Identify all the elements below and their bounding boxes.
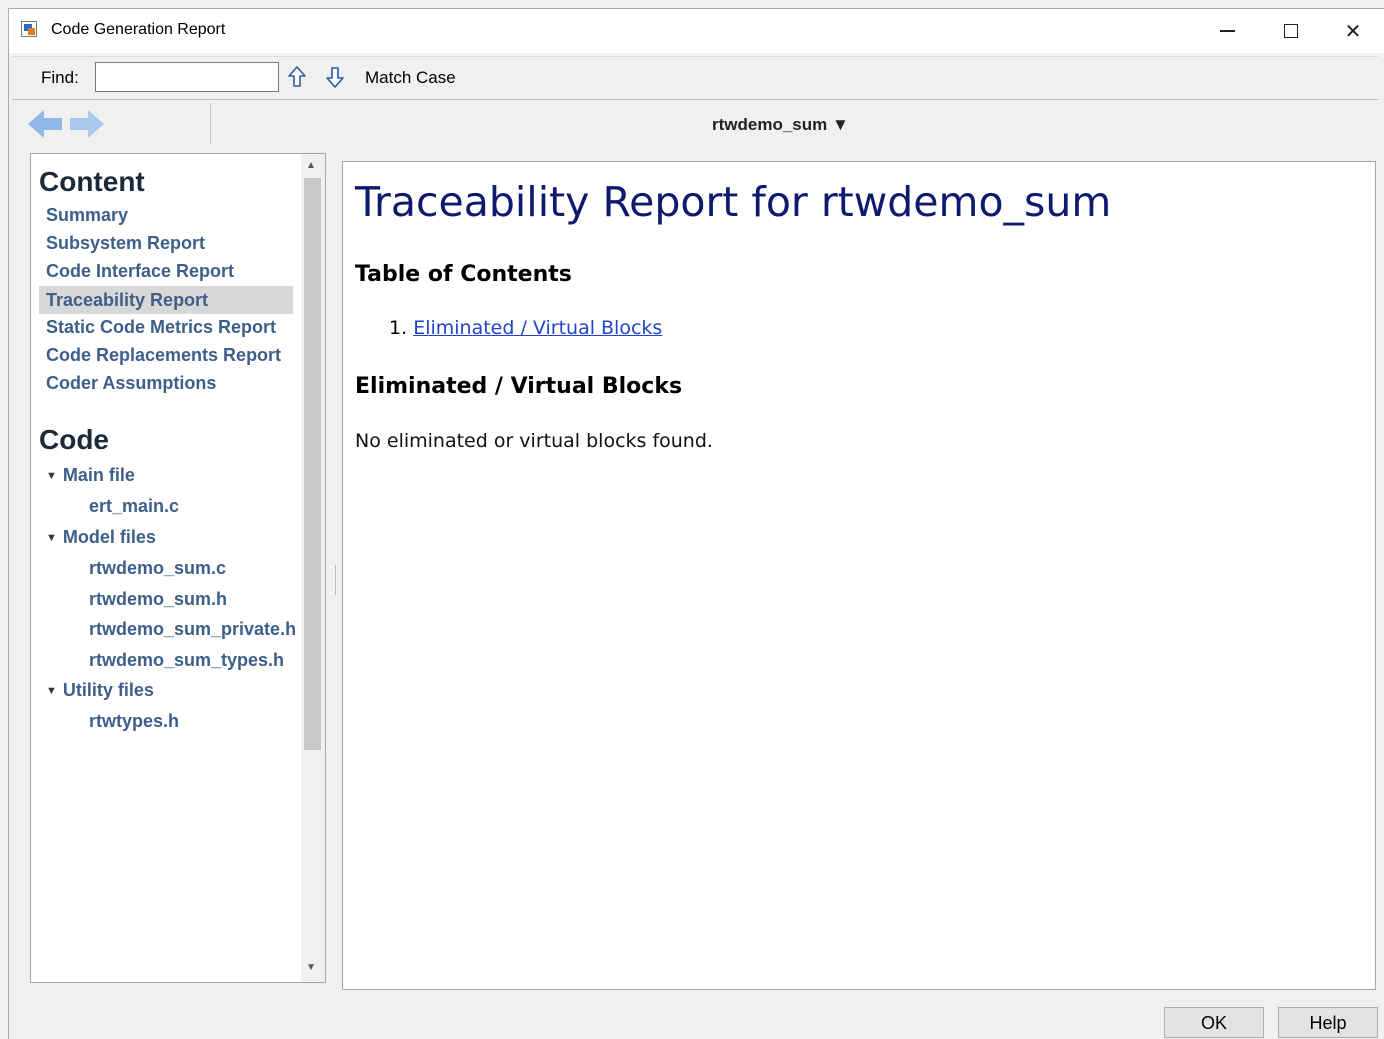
nav-arrows-icon — [28, 110, 104, 138]
sidebar-item-static-code-metrics-report[interactable]: Static Code Metrics Report — [46, 317, 276, 338]
toc-heading: Table of Contents — [355, 262, 572, 287]
sidebar-item-summary[interactable]: Summary — [46, 205, 128, 226]
scroll-down-icon[interactable]: ▼ — [306, 962, 316, 973]
file-link[interactable]: rtwdemo_sum_private.h — [89, 619, 296, 640]
find-previous-button[interactable] — [285, 64, 309, 90]
file-link[interactable]: rtwdemo_sum.c — [89, 558, 226, 579]
find-toolbar: Find: Match Case — [12, 56, 1378, 100]
tree-group-model-files[interactable]: ▼ Model files — [46, 527, 156, 548]
close-icon: ✕ — [1344, 20, 1362, 43]
close-button[interactable]: ✕ — [1321, 9, 1384, 53]
content-heading: Content — [39, 166, 145, 197]
file-link[interactable]: rtwdemo_sum_types.h — [89, 650, 284, 671]
title-bar: Code Generation Report ✕ — [9, 9, 1384, 53]
arrow-up-icon — [288, 66, 306, 87]
tree-group-main-file[interactable]: ▼ Main file — [46, 465, 135, 486]
forward-arrow-icon — [70, 110, 104, 138]
expand-triangle-icon: ▼ — [46, 532, 57, 545]
sidebar-item-subsystem-report[interactable]: Subsystem Report — [46, 233, 205, 254]
model-dropdown[interactable]: rtwdemo_sum ▼ — [712, 115, 849, 135]
nav-separator — [210, 103, 211, 145]
toc-link[interactable]: Eliminated / Virtual Blocks — [413, 317, 662, 339]
tree-group-utility-files[interactable]: ▼ Utility files — [46, 680, 154, 701]
match-case-toggle[interactable]: Match Case — [365, 68, 456, 88]
find-label: Find: — [41, 68, 79, 87]
window-title: Code Generation Report — [51, 21, 226, 38]
sidebar-item-traceability-report[interactable]: Traceability Report — [39, 286, 293, 314]
minimize-button[interactable] — [1195, 9, 1259, 53]
expand-triangle-icon: ▼ — [46, 685, 57, 698]
file-link[interactable]: rtwtypes.h — [89, 711, 179, 732]
scroll-thumb[interactable] — [304, 178, 321, 750]
maximize-button[interactable] — [1259, 9, 1323, 53]
minimize-icon — [1219, 30, 1235, 32]
sidebar-item-code-replacements-report[interactable]: Code Replacements Report — [46, 345, 281, 366]
find-input[interactable] — [95, 62, 279, 92]
file-link[interactable]: rtwdemo_sum.h — [89, 589, 227, 610]
section-heading: Eliminated / Virtual Blocks — [355, 374, 683, 399]
report-window: Code Generation Report ✕ Find: Match Cas… — [8, 8, 1384, 1039]
scroll-up-icon[interactable]: ▲ — [306, 160, 316, 171]
tree-group-label: Main file — [62, 465, 135, 485]
toc-item: 1. Eliminated / Virtual Blocks — [389, 317, 662, 339]
tree-group-label: Model files — [62, 527, 156, 547]
help-button[interactable]: Help — [1278, 1007, 1378, 1038]
page-title: Traceability Report for rtwdemo_sum — [355, 178, 1112, 226]
arrow-down-icon — [326, 67, 344, 88]
toc-item-number: 1. — [389, 317, 408, 339]
sidebar-item-code-interface-report[interactable]: Code Interface Report — [46, 261, 234, 282]
find-next-button[interactable] — [323, 64, 347, 90]
simulink-app-icon — [21, 21, 37, 37]
sidebar-scrollbar[interactable]: ▲ ▼ — [301, 154, 325, 982]
file-link[interactable]: ert_main.c — [89, 496, 179, 517]
tree-group-label: Utility files — [62, 680, 154, 700]
ok-button[interactable]: OK — [1164, 1007, 1264, 1038]
maximize-icon — [1284, 24, 1298, 38]
section-text: No eliminated or virtual blocks found. — [355, 430, 713, 452]
code-heading: Code — [39, 424, 109, 455]
navigation-bar: rtwdemo_sum ▼ — [12, 101, 1378, 147]
expand-triangle-icon: ▼ — [46, 470, 57, 483]
sidebar-panel: Content Summary Subsystem Report Code In… — [30, 153, 326, 983]
nav-arrows — [26, 107, 106, 141]
sidebar-item-coder-assumptions[interactable]: Coder Assumptions — [46, 373, 216, 394]
panel-splitter[interactable] — [335, 565, 338, 595]
report-content: Traceability Report for rtwdemo_sum Tabl… — [342, 161, 1376, 990]
back-arrow-icon — [28, 110, 62, 138]
